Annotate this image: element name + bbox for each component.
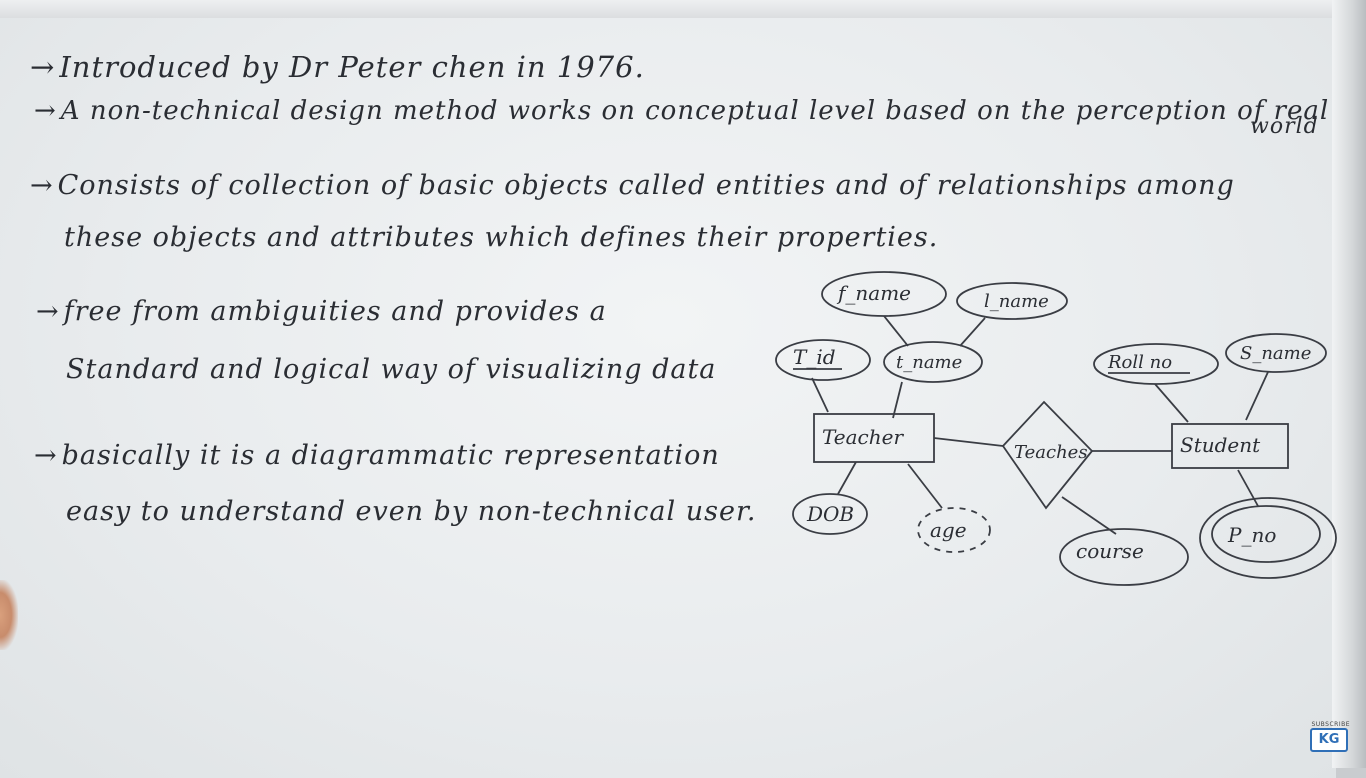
svg-text:S_name: S_name (1240, 343, 1311, 364)
attribute-age-derived: age (917, 507, 991, 553)
attribute-t-id: T_id (775, 339, 871, 381)
svg-text:l_name: l_name (984, 291, 1049, 312)
entity-teacher: Teacher (813, 413, 935, 463)
svg-text:Teaches: Teaches (1014, 442, 1088, 463)
relationship-teaches: Teaches (1001, 400, 1094, 510)
svg-text:Roll no: Roll no (1107, 352, 1172, 373)
channel-logo[interactable]: KG (1310, 728, 1348, 752)
er-diagram: Teacher Teaches Student f_name l_name T_… (775, 271, 1337, 586)
attribute-f-name: f_name (821, 271, 947, 317)
svg-text:age: age (930, 518, 967, 542)
attribute-s-name: S_name (1225, 333, 1327, 373)
attribute-l-name: l_name (956, 282, 1068, 320)
entity-student: Student (1171, 423, 1289, 469)
subscribe-caption: SUBSCRIBE (1311, 721, 1350, 728)
attribute-dob: DOB (792, 493, 868, 535)
attribute-course: course (1059, 528, 1189, 586)
svg-text:f_name: f_name (836, 281, 911, 305)
svg-text:DOB: DOB (806, 502, 854, 526)
attribute-p-no-multivalued: P_no (1199, 497, 1337, 579)
attribute-t-name: t_name (883, 341, 983, 383)
svg-text:course: course (1076, 539, 1144, 563)
svg-text:P_no: P_no (1227, 523, 1276, 547)
svg-text:T_id: T_id (793, 345, 836, 369)
svg-text:Teacher: Teacher (822, 425, 904, 449)
svg-text:Student: Student (1180, 433, 1261, 457)
svg-text:t_name: t_name (896, 352, 962, 373)
attribute-roll-no: Roll no (1093, 343, 1219, 385)
